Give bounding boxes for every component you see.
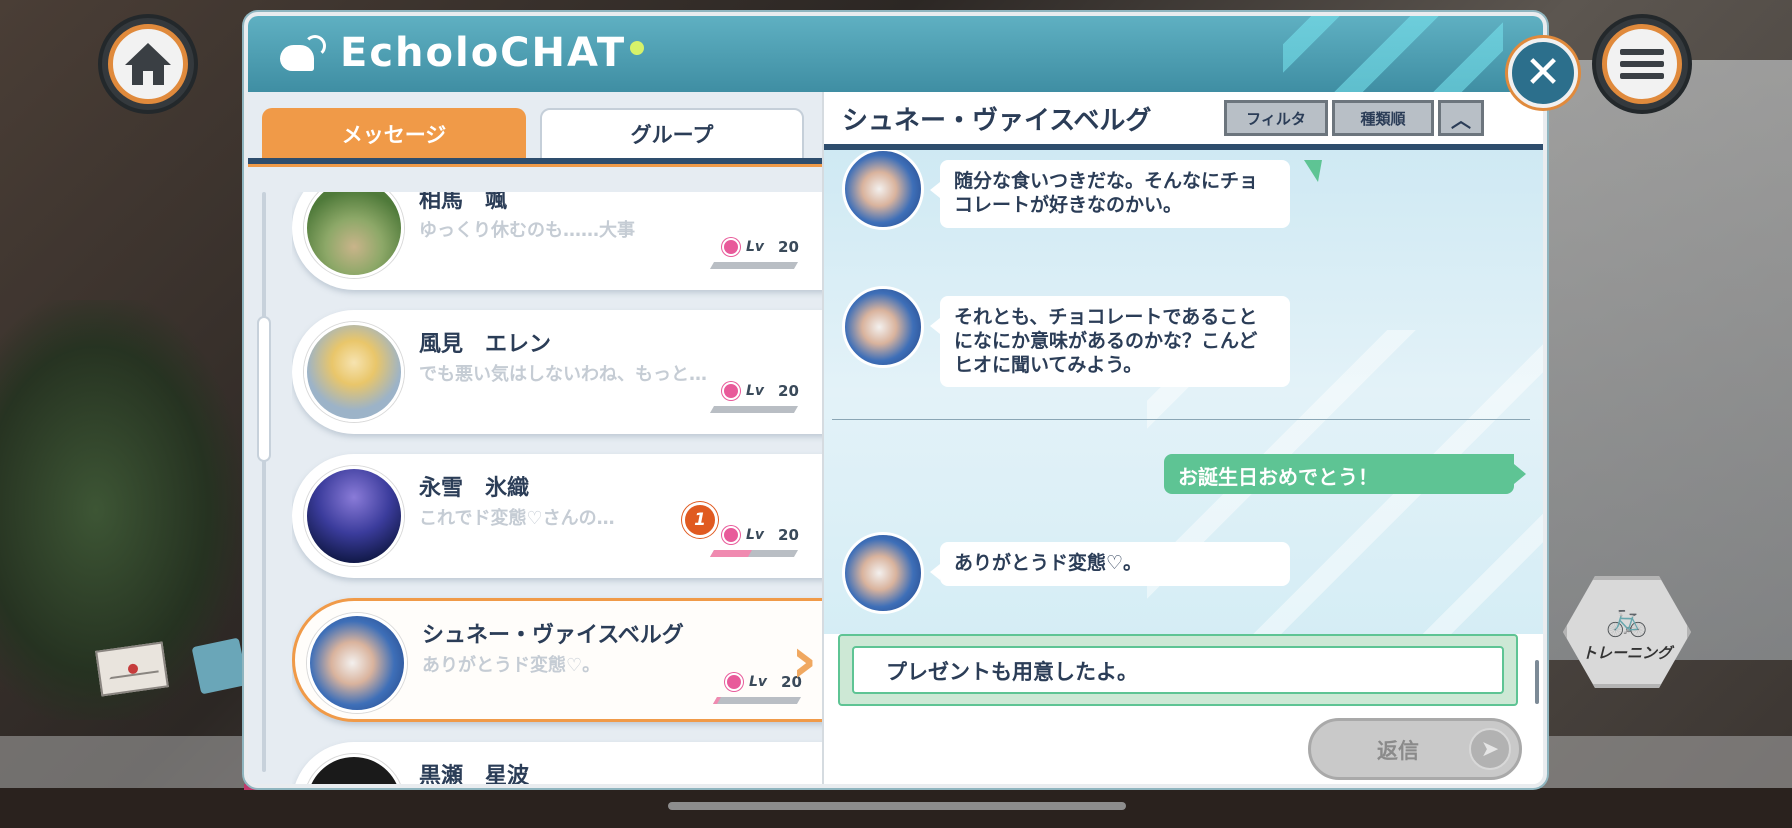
sender-avatar [842,150,924,230]
sender-avatar [842,532,924,614]
chat-window: EcholoCHAT メッセージ グループ 相馬 颯 ゆっくり休むのも……大事 … [244,12,1547,788]
contact-name: 黒瀬 星波 [419,764,530,788]
contact-preview: これでド変態♡さんの… [419,508,615,529]
heart-icon [722,238,740,256]
affinity-level: Lv 20 [722,526,799,544]
contact-preview: ありがとうド変態♡。 [422,655,601,676]
send-label: 返信 [1377,739,1419,763]
contact-name: 永雪 氷織 [419,476,530,501]
message-scrollbar[interactable] [1535,660,1539,704]
level-value: 20 [778,526,799,544]
affinity-bar [709,406,799,413]
heart-icon [725,673,743,691]
affinity-bar [712,697,802,704]
training-label: トレーニング [1581,643,1672,662]
contact-name: 相馬 颯 [419,192,508,213]
affinity-bar [709,550,799,557]
message-divider [832,419,1530,420]
contact-list: 相馬 颯 ゆっくり休むのも……大事 Lv 20 風見 エレン でも悪い気はしない… [292,192,822,788]
echolo-logo-icon [278,33,328,73]
app-logo-text: EcholoCHAT [340,30,627,76]
contact-preview: でも悪い気はしないわね、もっと… [419,364,707,385]
event-flag-icon[interactable] [191,637,249,695]
conversation-title: シュネー・ヴァイスベルグ [842,106,1152,136]
contact-item[interactable]: 永雪 氷織 これでド変態♡さんの… Lv 20 [292,454,822,578]
send-arrow-icon: ➤ [1469,728,1511,770]
message-bubble-outgoing: お誕生日おめでとう！ [1164,454,1526,494]
contact-list-scrollbar[interactable] [262,192,266,772]
message-bubble-incoming: それとも、チョコレートであることになにか意味があるのかな？こんどヒオに聞いてみよ… [930,296,1290,388]
level-label: Lv [746,527,765,543]
level-label: Lv [749,674,768,690]
chevron-up-icon: ︿ [1451,107,1471,132]
contact-item[interactable]: 風見 エレン でも悪い気はしないわね、もっと… Lv 20 [292,310,822,434]
tab-messages[interactable]: メッセージ [262,108,526,160]
close-button[interactable]: ✕ [1508,38,1578,108]
reply-option-box[interactable]: プレゼントも用意したよ。 [838,634,1518,706]
home-button[interactable] [98,14,198,114]
chat-titlebar: EcholoCHAT [248,16,1543,92]
contact-item[interactable]: 黒瀬 星波 [292,742,822,788]
contact-list-scroll-thumb[interactable] [257,316,271,462]
heart-icon [722,382,740,400]
reply-send-button[interactable]: 返信 ➤ [1308,718,1522,780]
contact-avatar [304,754,404,784]
affinity-bar [709,262,799,269]
logo-dot [630,41,645,55]
close-icon: ✕ [1524,47,1562,98]
page-scroll-indicator [668,802,1126,810]
collapse-button[interactable]: ︿ [1438,100,1484,136]
message-history[interactable]: 随分な食いつきだな。そんなにチョコレートが好きなのかい。 それとも、チョコレート… [824,150,1543,634]
message-bubble-incoming: 随分な食いつきだな。そんなにチョコレートが好きなのかい。 [930,160,1290,228]
home-icon [108,24,188,104]
unread-badge: 1 [682,502,718,538]
sort-button[interactable]: 種類順 [1332,100,1434,136]
contact-item-selected[interactable]: シュネー・ヴァイスベルグ ありがとうド変態♡。 Lv 20 › [292,598,822,722]
heart-icon [722,526,740,544]
contact-avatar [304,322,404,422]
conversation-panel: シュネー・ヴァイスベルグ フィルタ 種類順 ︿ 随分な食いつきだな。そんなにチョ… [822,92,1543,784]
contact-name: 風見 エレン [419,332,552,357]
conversation-header: シュネー・ヴァイスベルグ フィルタ 種類順 ︿ [824,92,1543,144]
exercise-bike-icon: 🚲 [1605,598,1649,639]
contact-avatar [304,192,404,278]
chevron-right-icon: › [791,624,818,698]
contact-name: シュネー・ヴァイスベルグ [422,623,684,648]
level-label: Lv [746,383,765,399]
sender-avatar [842,286,924,368]
contact-item[interactable]: 相馬 颯 ゆっくり休むのも……大事 Lv 20 [292,192,822,290]
contact-avatar [307,613,407,713]
affinity-level: Lv 20 [722,238,799,256]
contact-panel: メッセージ グループ 相馬 颯 ゆっくり休むのも……大事 Lv 20 風見 エレ… [248,92,822,788]
menu-button[interactable] [1592,14,1692,114]
affinity-level: Lv 20 [722,382,799,400]
contact-avatar [304,466,404,566]
hamburger-menu-icon [1602,24,1682,104]
level-label: Lv [746,239,765,255]
message-bubble-incoming: ありがとうド変態♡。 [930,542,1290,586]
filter-button[interactable]: フィルタ [1224,100,1328,136]
tab-accent-line [248,164,822,167]
reply-tail [1304,160,1322,182]
contact-preview: ゆっくり休むのも……大事 [419,220,635,241]
level-value: 20 [778,238,799,256]
reply-option[interactable]: プレゼントも用意したよ。 [852,646,1504,694]
tab-group[interactable]: グループ [540,108,804,160]
mail-envelope-icon[interactable] [95,641,169,697]
app-logo: EcholoCHAT [278,30,645,76]
level-value: 20 [778,382,799,400]
